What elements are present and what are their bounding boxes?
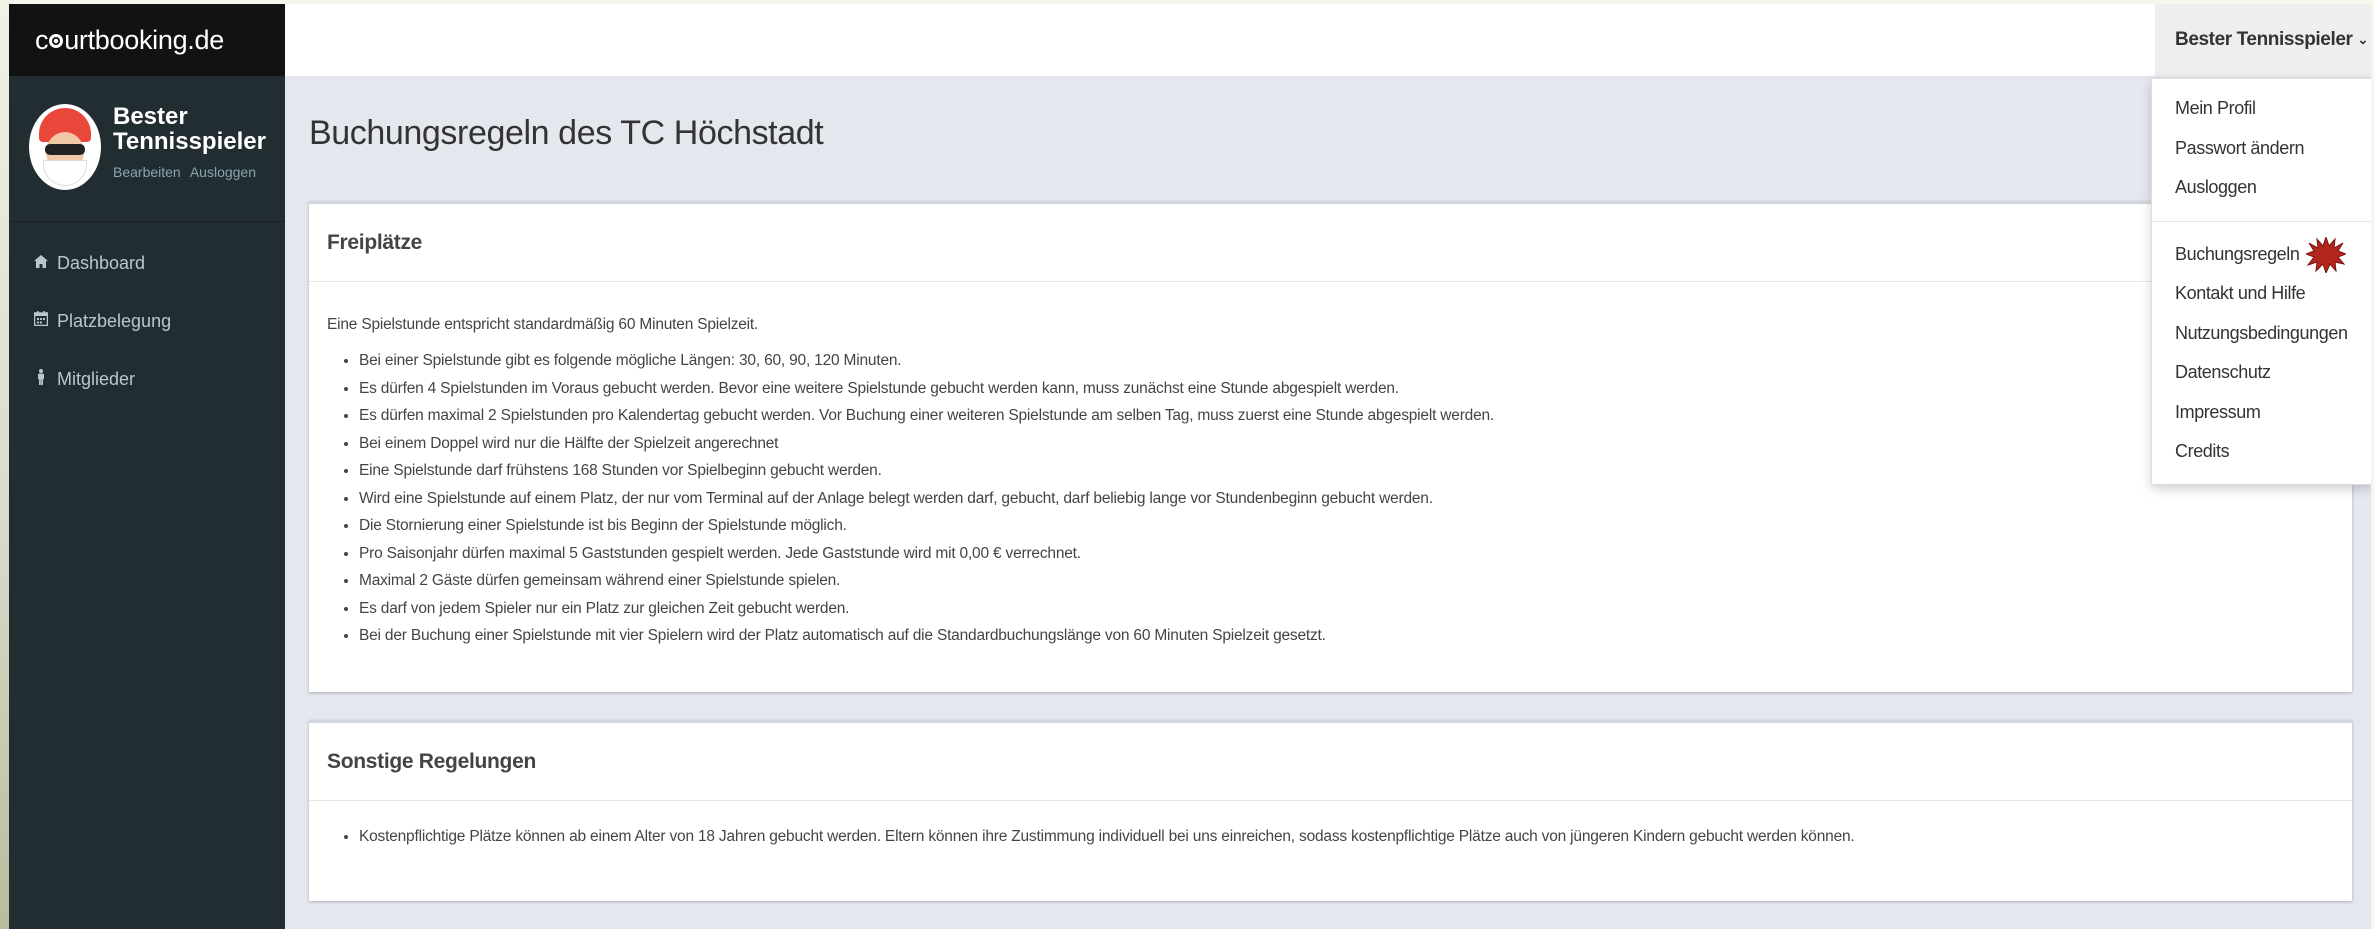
sidebar-item-label: Platzbelegung: [57, 310, 172, 331]
menu-item-kontakt-und-hilfe[interactable]: Kontakt und Hilfe: [2152, 274, 2371, 314]
menu-divider: [2152, 220, 2371, 222]
list-item: Es dürfen maximal 2 Spielstunden pro Kal…: [359, 402, 2334, 430]
list-item: Kostenpflichtige Plätze können ab einem …: [359, 823, 2334, 851]
brand-logo[interactable]: c urtbooking.de: [9, 4, 285, 76]
menu-item-passwort-aendern[interactable]: Passwort ändern: [2152, 129, 2371, 169]
list-item: Es dürfen 4 Spielstunden im Voraus gebuc…: [359, 375, 2334, 403]
menu-item-nutzungsbedingungen[interactable]: Nutzungsbedingungen: [2152, 314, 2371, 354]
main-content: Buchungsregeln des TC Höchstadt Freiplät…: [285, 76, 2371, 929]
menu-item-ausloggen[interactable]: Ausloggen: [2152, 168, 2371, 208]
calendar-icon: [31, 311, 51, 331]
logout-link[interactable]: Ausloggen: [190, 164, 256, 180]
box-title: Sonstige Regelungen: [309, 723, 2352, 801]
list-item: Bei einer Spielstunde gibt es folgende m…: [359, 347, 2334, 375]
box-intro: Eine Spielstunde entspricht standardmäßi…: [327, 316, 759, 333]
chevron-down-icon: ⌄: [2357, 32, 2369, 47]
list-item: Maximal 2 Gäste dürfen gemeinsam während…: [359, 567, 2334, 595]
list-item: Wird eine Spielstunde auf einem Platz, d…: [359, 485, 2334, 513]
tennis-ball-icon: [49, 34, 64, 48]
user-panel: Bester Tennisspieler Bearbeiten Auslogge…: [9, 76, 285, 222]
menu-item-datenschutz[interactable]: Datenschutz: [2152, 353, 2371, 393]
menu-item-buchungsregeln[interactable]: Buchungsregeln: [2152, 235, 2371, 275]
click-marker-icon: [2304, 235, 2347, 275]
list-item: Die Stornierung einer Spielstunde ist bi…: [359, 512, 2334, 540]
sonstige-regelungen-box: Sonstige Regelungen Kostenpflichtige Plä…: [309, 720, 2352, 901]
page-title: Buchungsregeln des TC Höchstadt: [309, 114, 824, 152]
menu-item-impressum[interactable]: Impressum: [2152, 393, 2371, 433]
list-item: Es darf von jedem Spieler nur ein Platz …: [359, 595, 2334, 623]
brand-prefix: c: [35, 24, 49, 55]
sidebar-item-mitglieder[interactable]: Mitglieder: [9, 350, 285, 408]
sidebar-item-label: Mitglieder: [57, 368, 136, 389]
app-window: c urtbooking.de Bester Tennisspieler Bear…: [9, 4, 2371, 929]
box-title: Freiplätze: [309, 204, 2352, 282]
sidebar: c urtbooking.de Bester Tennisspieler Bear…: [9, 4, 285, 929]
sidebar-item-platzbelegung[interactable]: Platzbelegung: [9, 292, 285, 350]
person-icon: [31, 368, 51, 390]
menu-item-credits[interactable]: Credits: [2152, 432, 2371, 472]
menu-item-label: Buchungsregeln: [2175, 243, 2300, 264]
user-dropdown-menu: Mein Profil Passwort ändern Ausloggen Bu…: [2151, 78, 2371, 485]
list-item: Bei einem Doppel wird nur die Hälfte der…: [359, 430, 2334, 458]
top-navbar: Bester Tennisspieler ⌄: [285, 4, 2371, 76]
list-item: Bei der Buchung einer Spielstunde mit vi…: [359, 622, 2334, 650]
sidebar-nav: Dashboard Platzbelegung Mitglieder: [9, 234, 285, 408]
rules-list: Bei einer Spielstunde gibt es folgende m…: [327, 347, 2334, 650]
user-name: Bester Tennisspieler: [113, 103, 266, 155]
freiplaetze-box: Freiplätze Eine Spielstunde entspricht s…: [309, 201, 2352, 692]
user-menu-button[interactable]: Bester Tennisspieler ⌄: [2155, 4, 2371, 76]
edit-profile-link[interactable]: Bearbeiten: [113, 164, 181, 180]
rules-list: Kostenpflichtige Plätze können ab einem …: [327, 823, 2334, 851]
user-menu-label: Bester Tennisspieler: [2175, 29, 2353, 50]
home-icon: [31, 253, 51, 273]
avatar: [29, 104, 101, 190]
sidebar-item-label: Dashboard: [57, 252, 146, 273]
list-item: Pro Saisonjahr dürfen maximal 5 Gaststun…: [359, 540, 2334, 568]
sidebar-item-dashboard[interactable]: Dashboard: [9, 234, 285, 292]
brand-suffix: urtbooking.de: [64, 24, 224, 55]
list-item: Eine Spielstunde darf frühstens 168 Stun…: [359, 457, 2334, 485]
menu-item-mein-profil[interactable]: Mein Profil: [2152, 89, 2371, 129]
